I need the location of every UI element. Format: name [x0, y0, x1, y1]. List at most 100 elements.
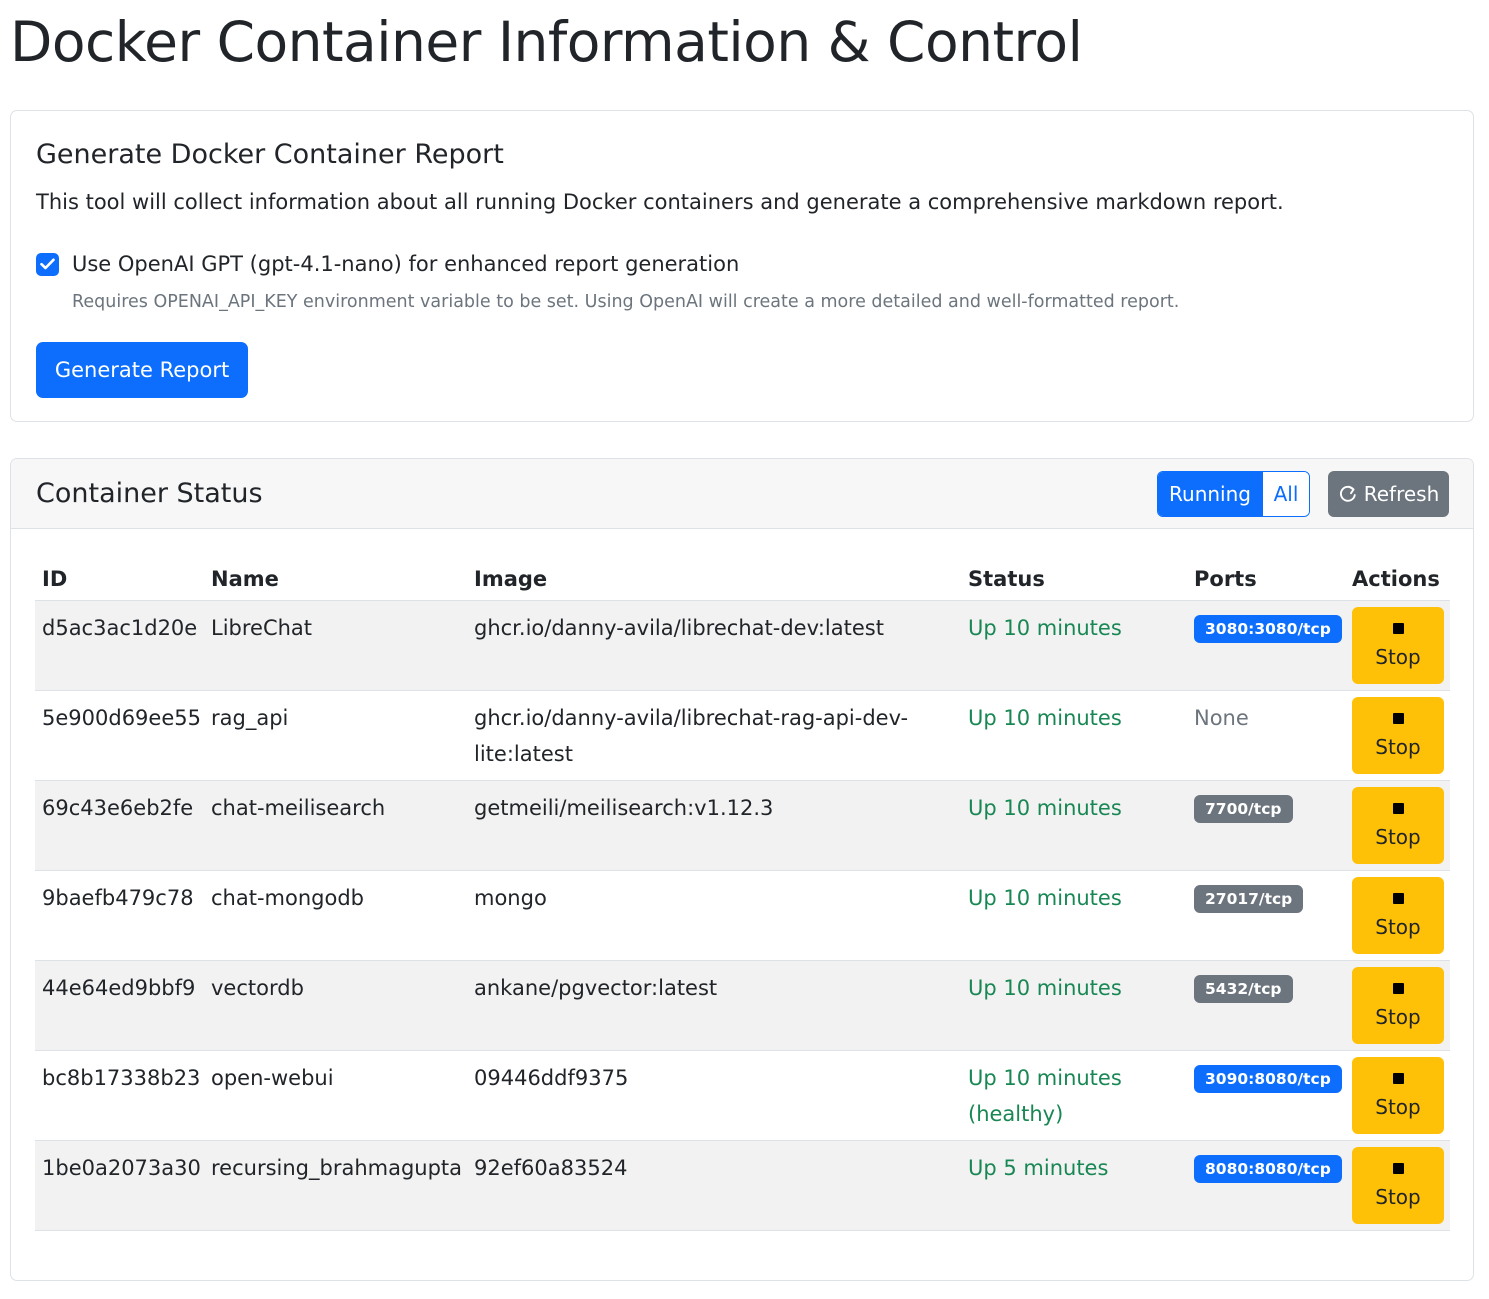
container-id: d5ac3ac1d20e	[42, 616, 198, 640]
container-id: 1be0a2073a30	[42, 1156, 201, 1180]
status-line: Up 5 minutes	[968, 1156, 1109, 1180]
table-row: 5e900d69ee55 rag_api ghcr.io/danny-avila…	[35, 691, 1450, 781]
stop-button[interactable]: Stop	[1352, 877, 1444, 954]
generate-report-button[interactable]: Generate Report	[36, 342, 248, 398]
table-header-row: ID Name Image Status Ports Actions	[35, 559, 1450, 601]
container-image: ankane/pgvector:latest	[474, 970, 717, 1006]
image-line: 09446ddf9375	[474, 1066, 629, 1090]
table-row: bc8b17338b23 open-webui 09446ddf9375 Up …	[35, 1051, 1450, 1141]
stop-icon	[1392, 623, 1404, 634]
report-description: This tool will collect information about…	[36, 190, 1284, 214]
status-line: Up 10 minutes	[968, 796, 1122, 820]
container-name: rag_api	[211, 706, 289, 730]
container-name: vectordb	[211, 976, 304, 1000]
container-name: open-webui	[211, 1066, 334, 1090]
stop-icon	[1392, 803, 1404, 814]
container-image: mongo	[474, 880, 547, 916]
stop-label: Stop	[1375, 1005, 1421, 1029]
container-image: ghcr.io/danny-avila/librechat-rag-api-de…	[474, 700, 908, 772]
status-line: Up 10 minutes	[968, 616, 1122, 640]
status-line: Up 10 minutes	[968, 976, 1122, 1000]
refresh-label: Refresh	[1363, 482, 1440, 506]
filter-all-button[interactable]: All	[1262, 472, 1309, 516]
container-name: chat-meilisearch	[211, 796, 386, 820]
container-status: Up 5 minutes	[968, 1150, 1108, 1186]
stop-icon	[1392, 1163, 1404, 1174]
stop-label: Stop	[1375, 915, 1421, 939]
image-line: mongo	[474, 886, 547, 910]
table-row: 9baefb479c78 chat-mongodb mongo Up 10 mi…	[35, 871, 1450, 961]
status-line: Up 10 minutes	[968, 886, 1122, 910]
port-badge: 27017/tcp	[1194, 885, 1304, 913]
container-status-card: Container Status Running All Refresh ID …	[10, 458, 1474, 1281]
container-status: Up 10 minutes	[968, 610, 1122, 646]
image-line: ghcr.io/danny-avila/librechat-rag-api-de…	[474, 706, 909, 730]
stop-label: Stop	[1375, 645, 1421, 669]
stop-label: Stop	[1375, 735, 1421, 759]
table-row: 69c43e6eb2fe chat-meilisearch getmeili/m…	[35, 781, 1450, 871]
container-id: 5e900d69ee55	[42, 706, 201, 730]
port-badge: 8080:8080/tcp	[1194, 1155, 1342, 1183]
stop-icon	[1392, 893, 1404, 904]
port-badge: 3090:8080/tcp	[1194, 1065, 1342, 1093]
container-image: ghcr.io/danny-avila/librechat-dev:latest	[474, 610, 884, 646]
container-id: bc8b17338b23	[42, 1066, 201, 1090]
checkmark-icon	[40, 258, 55, 270]
port-badge: 3080:3080/tcp	[1194, 615, 1342, 643]
filter-running-button[interactable]: Running	[1158, 472, 1262, 516]
column-header-actions: Actions	[1352, 567, 1440, 591]
status-line: (healthy)	[968, 1102, 1064, 1126]
openai-option: Use OpenAI GPT (gpt-4.1-nano) for enhanc…	[36, 249, 739, 279]
stop-label: Stop	[1375, 1095, 1421, 1119]
container-status-title: Container Status	[36, 478, 263, 509]
stop-icon	[1392, 713, 1404, 724]
container-id: 9baefb479c78	[42, 886, 194, 910]
container-id: 44e64ed9bbf9	[42, 976, 196, 1000]
column-header-ports: Ports	[1194, 567, 1257, 591]
column-header-status: Status	[968, 567, 1045, 591]
column-header-image: Image	[474, 567, 548, 591]
refresh-button[interactable]: Refresh	[1328, 471, 1449, 517]
stop-icon	[1392, 983, 1404, 994]
container-status-header: Container Status Running All Refresh	[11, 459, 1473, 529]
container-name: recursing_brahmagupta	[211, 1156, 463, 1180]
status-line: Up 10 minutes	[968, 706, 1122, 730]
openai-checkbox-label[interactable]: Use OpenAI GPT (gpt-4.1-nano) for enhanc…	[72, 249, 739, 279]
container-status: Up 10 minutes (healthy)	[968, 1060, 1122, 1132]
container-image: 09446ddf9375	[474, 1060, 628, 1096]
image-line: lite:latest	[474, 742, 573, 766]
stop-button[interactable]: Stop	[1352, 697, 1444, 774]
stop-button[interactable]: Stop	[1352, 1147, 1444, 1224]
report-title: Generate Docker Container Report	[36, 139, 504, 170]
status-line: Up 10 minutes	[968, 1066, 1122, 1090]
report-card: Generate Docker Container Report This to…	[10, 110, 1474, 422]
containers-table: ID Name Image Status Ports Actions d5ac3…	[35, 559, 1450, 1231]
container-image: 92ef60a83524	[474, 1150, 627, 1186]
page-title: Docker Container Information & Control	[10, 10, 1083, 74]
container-status: Up 10 minutes	[968, 880, 1122, 916]
column-header-name: Name	[211, 567, 279, 591]
container-name: LibreChat	[211, 616, 313, 640]
stop-button[interactable]: Stop	[1352, 1057, 1444, 1134]
column-header-id: ID	[42, 567, 68, 591]
table-row: d5ac3ac1d20e LibreChat ghcr.io/danny-avi…	[35, 601, 1450, 691]
image-line: 92ef60a83524	[474, 1156, 628, 1180]
filter-toggle-group: Running All	[1157, 471, 1310, 517]
container-status: Up 10 minutes	[968, 700, 1122, 736]
container-name: chat-mongodb	[211, 886, 364, 910]
image-line: getmeili/meilisearch:v1.12.3	[474, 796, 774, 820]
stop-button[interactable]: Stop	[1352, 787, 1444, 864]
port-none: None	[1194, 706, 1249, 730]
stop-label: Stop	[1375, 1185, 1421, 1209]
container-status: Up 10 minutes	[968, 790, 1122, 826]
stop-button[interactable]: Stop	[1352, 607, 1444, 684]
port-badge: 7700/tcp	[1194, 795, 1293, 823]
openai-help-text: Requires OPENAI_API_KEY environment vari…	[72, 292, 1180, 312]
container-id: 69c43e6eb2fe	[42, 796, 194, 820]
container-image: getmeili/meilisearch:v1.12.3	[474, 790, 773, 826]
image-line: ghcr.io/danny-avila/librechat-dev:latest	[474, 616, 884, 640]
openai-checkbox[interactable]	[36, 252, 59, 276]
table-row: 44e64ed9bbf9 vectordb ankane/pgvector:la…	[35, 961, 1450, 1051]
refresh-icon	[1339, 485, 1356, 502]
stop-button[interactable]: Stop	[1352, 967, 1444, 1044]
